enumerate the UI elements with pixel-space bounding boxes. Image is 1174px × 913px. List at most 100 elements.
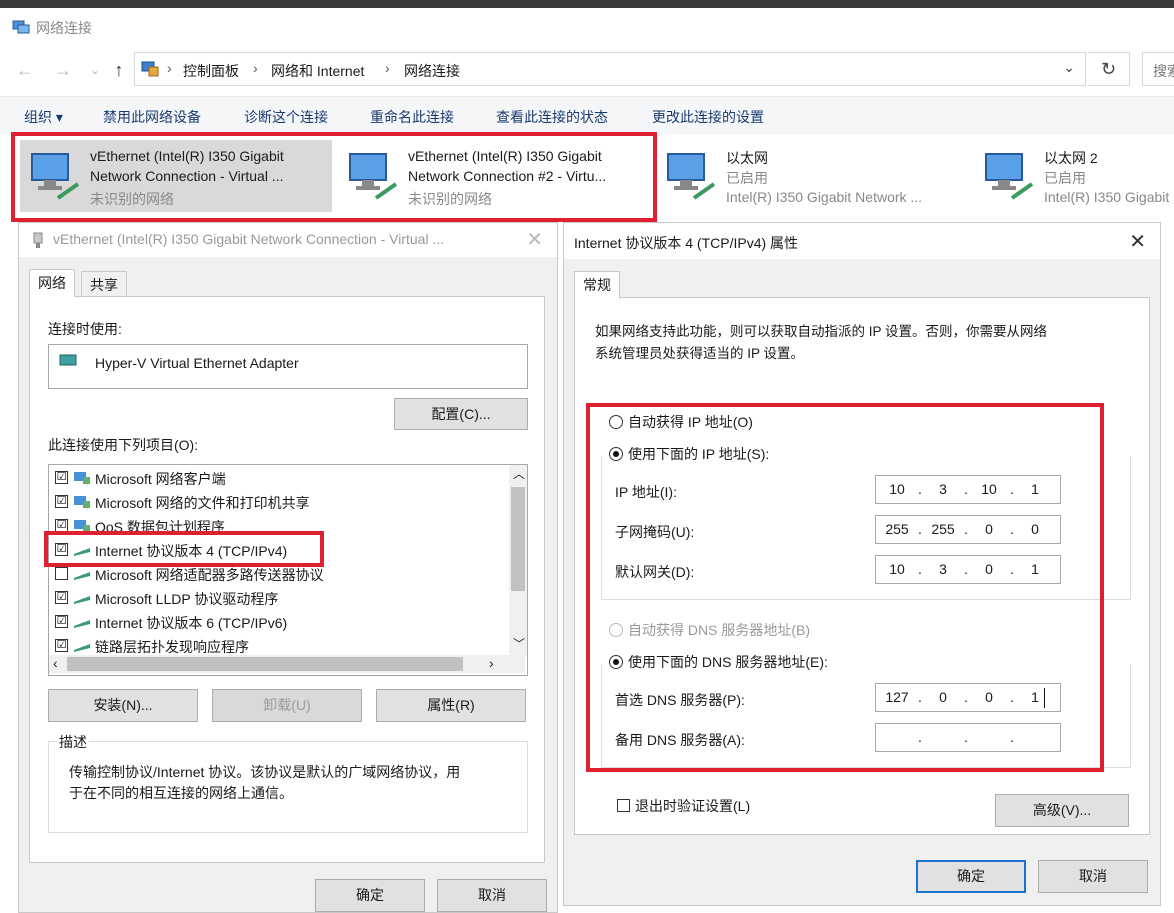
tab-general[interactable]: 常规 — [574, 271, 620, 299]
disable-device-button[interactable]: 禁用此网络设备 — [103, 107, 201, 127]
octet-dot: . — [1010, 729, 1014, 745]
item-label: 链路层拓扑发现响应程序 — [95, 639, 249, 655]
adapter-name-field: Hyper-V Virtual Ethernet Adapter — [48, 344, 528, 389]
connection-name: 以太网 — [726, 150, 768, 166]
protocol-icon — [74, 620, 90, 628]
organize-menu[interactable]: 组织 ▾ — [24, 107, 63, 127]
connection-state: 已启用 — [1044, 170, 1086, 186]
item-checkbox[interactable]: ☑ — [55, 519, 68, 532]
forward-arrow-icon[interactable]: → — [52, 59, 74, 81]
address-bar[interactable]: › 控制面板 › 网络和 Internet › 网络连接 ⌄ — [134, 52, 1086, 86]
ipv4-cancel-button[interactable]: 取消 — [1038, 860, 1148, 893]
window-title: 网络连接 — [36, 20, 92, 36]
recent-dropdown-icon[interactable]: ⌄ — [84, 59, 106, 81]
octet-dot: . — [964, 521, 968, 537]
connection-item[interactable]: 以太网 已启用 Intel(R) I350 Gigabit Network ..… — [656, 140, 968, 212]
items-label: 此连接使用下列项目(O): — [48, 437, 199, 453]
item-label: Microsoft 网络客户端 — [95, 471, 226, 487]
item-checkbox[interactable]: ☑ — [55, 615, 68, 628]
configure-button[interactable]: 配置(C)... — [394, 398, 528, 430]
change-settings-button[interactable]: 更改此连接的设置 — [652, 107, 764, 127]
octet-dot: . — [918, 689, 922, 705]
uninstall-button[interactable]: 卸载(U) — [212, 689, 362, 722]
connection-item[interactable]: vEthernet (Intel(R) I350 Gigabit Network… — [20, 140, 332, 212]
ip-address-label: IP 地址(I): — [615, 484, 677, 500]
close-icon[interactable]: ✕ — [1129, 229, 1146, 254]
tab-sharing[interactable]: 共享 — [81, 271, 127, 297]
subnet-mask-field[interactable]: 255 . 255 . 0 . 0 — [875, 515, 1061, 544]
scroll-left-icon[interactable]: ‹ — [53, 655, 58, 671]
breadcrumb-chevron-icon[interactable]: › — [253, 60, 258, 76]
up-arrow-icon[interactable]: ↑ — [108, 59, 130, 81]
octet-dot: . — [1010, 561, 1014, 577]
close-icon[interactable]: ✕ — [526, 227, 543, 252]
scroll-up-icon[interactable]: ︿ — [513, 465, 525, 482]
adapter-tab-pane: 连接时使用: Hyper-V Virtual Ethernet Adapter … — [29, 296, 545, 863]
auto-dns-radio[interactable] — [609, 623, 623, 637]
mask-octet: 255 — [931, 521, 955, 537]
scroll-right-icon[interactable]: › — [489, 655, 494, 671]
alternate-dns-field[interactable]: . . . — [875, 723, 1061, 752]
items-listbox[interactable]: ☑ Microsoft 网络客户端 ☑ Microsoft 网络的文件和打印机共… — [48, 464, 528, 676]
validate-on-exit-checkbox[interactable] — [617, 799, 630, 812]
address-dropdown-icon[interactable]: ⌄ — [1063, 59, 1075, 76]
adapter-dialog-title: vEthernet (Intel(R) I350 Gigabit Network… — [53, 231, 445, 247]
dns-settings-group — [601, 664, 1131, 768]
item-checkbox[interactable]: ☑ — [55, 591, 68, 604]
octet-dot: . — [918, 481, 922, 497]
mask-octet: 255 — [885, 521, 909, 537]
tab-network[interactable]: 网络 — [29, 269, 75, 297]
item-label: Microsoft 网络的文件和打印机共享 — [95, 495, 310, 511]
gateway-octet: 10 — [889, 561, 905, 577]
mask-octet: 0 — [1031, 521, 1039, 537]
horizontal-scrollbar[interactable]: ‹ › — [49, 655, 525, 673]
breadcrumb-chevron-icon[interactable]: › — [385, 60, 390, 76]
view-status-button[interactable]: 查看此连接的状态 — [496, 107, 608, 127]
connection-item[interactable]: vEthernet (Intel(R) I350 Gigabit Network… — [338, 140, 650, 212]
adapter-icon — [59, 354, 77, 366]
connection-item[interactable]: 以太网 2 已启用 Intel(R) I350 Gigabit — [974, 140, 1174, 212]
adapter-cancel-button[interactable]: 取消 — [437, 879, 547, 912]
ipv4-ok-button[interactable]: 确定 — [916, 860, 1026, 893]
scroll-down-icon[interactable]: ﹀ — [513, 635, 525, 652]
breadcrumb-network-internet[interactable]: 网络和 Internet — [271, 61, 364, 81]
back-arrow-icon[interactable]: ← — [14, 59, 36, 81]
validate-on-exit-label[interactable]: 退出时验证设置(L) — [635, 796, 750, 816]
adapter-properties-dialog: vEthernet (Intel(R) I350 Gigabit Network… — [18, 222, 558, 913]
intro-line1: 如果网络支持此功能，则可以获取自动指派的 IP 设置。否则，你需要从网络 — [595, 324, 1048, 339]
item-checkbox[interactable]: ☑ — [55, 543, 68, 556]
auto-ip-label[interactable]: 自动获得 IP 地址(O) — [628, 412, 753, 432]
breadcrumb-control-panel[interactable]: 控制面板 — [183, 61, 239, 81]
breadcrumb-network-connections[interactable]: 网络连接 — [404, 61, 460, 81]
rename-button[interactable]: 重命名此连接 — [370, 107, 454, 127]
install-button[interactable]: 安装(N)... — [48, 689, 198, 722]
diagnose-button[interactable]: 诊断这个连接 — [244, 107, 328, 127]
advanced-button[interactable]: 高级(V)... — [995, 794, 1129, 827]
vertical-scroll-thumb[interactable] — [511, 487, 525, 591]
properties-button[interactable]: 属性(R) — [376, 689, 526, 722]
item-checkbox[interactable]: ☑ — [55, 495, 68, 508]
search-input[interactable]: 搜索 — [1142, 52, 1174, 86]
item-checkbox[interactable]: ☑ — [55, 471, 68, 484]
alternate-dns-label: 备用 DNS 服务器(A): — [615, 732, 745, 748]
refresh-icon[interactable]: ↻ — [1088, 52, 1130, 86]
preferred-dns-field[interactable]: 127 . 0 . 0 . 1 — [875, 683, 1061, 712]
auto-ip-radio[interactable] — [609, 415, 623, 429]
protocol-icon — [74, 548, 90, 556]
network-plug-icon — [33, 232, 43, 248]
ip-octet: 3 — [939, 481, 947, 497]
gateway-field[interactable]: 10 . 3 . 0 . 1 — [875, 555, 1061, 584]
breadcrumb-chevron-icon[interactable]: › — [167, 60, 172, 76]
vertical-scrollbar[interactable]: ︿ ﹀ — [509, 465, 527, 655]
item-checkbox[interactable] — [55, 567, 68, 580]
item-checkbox[interactable]: ☑ — [55, 639, 68, 652]
auto-dns-label[interactable]: 自动获得 DNS 服务器地址(B) — [628, 620, 810, 640]
horizontal-scroll-thumb[interactable] — [67, 657, 463, 671]
ipv4-dialog-title: Internet 协议版本 4 (TCP/IPv4) 属性 — [574, 235, 799, 251]
connections-list: vEthernet (Intel(R) I350 Gigabit Network… — [0, 136, 1174, 226]
dns-octet: 0 — [985, 689, 993, 705]
adapter-ok-button[interactable]: 确定 — [315, 879, 425, 912]
ip-address-field[interactable]: 10 . 3 . 10 . 1 — [875, 475, 1061, 504]
connect-using-label: 连接时使用: — [48, 321, 122, 337]
description-text-line1: 传输控制协议/Internet 协议。该协议是默认的广域网络协议，用 — [69, 764, 461, 780]
